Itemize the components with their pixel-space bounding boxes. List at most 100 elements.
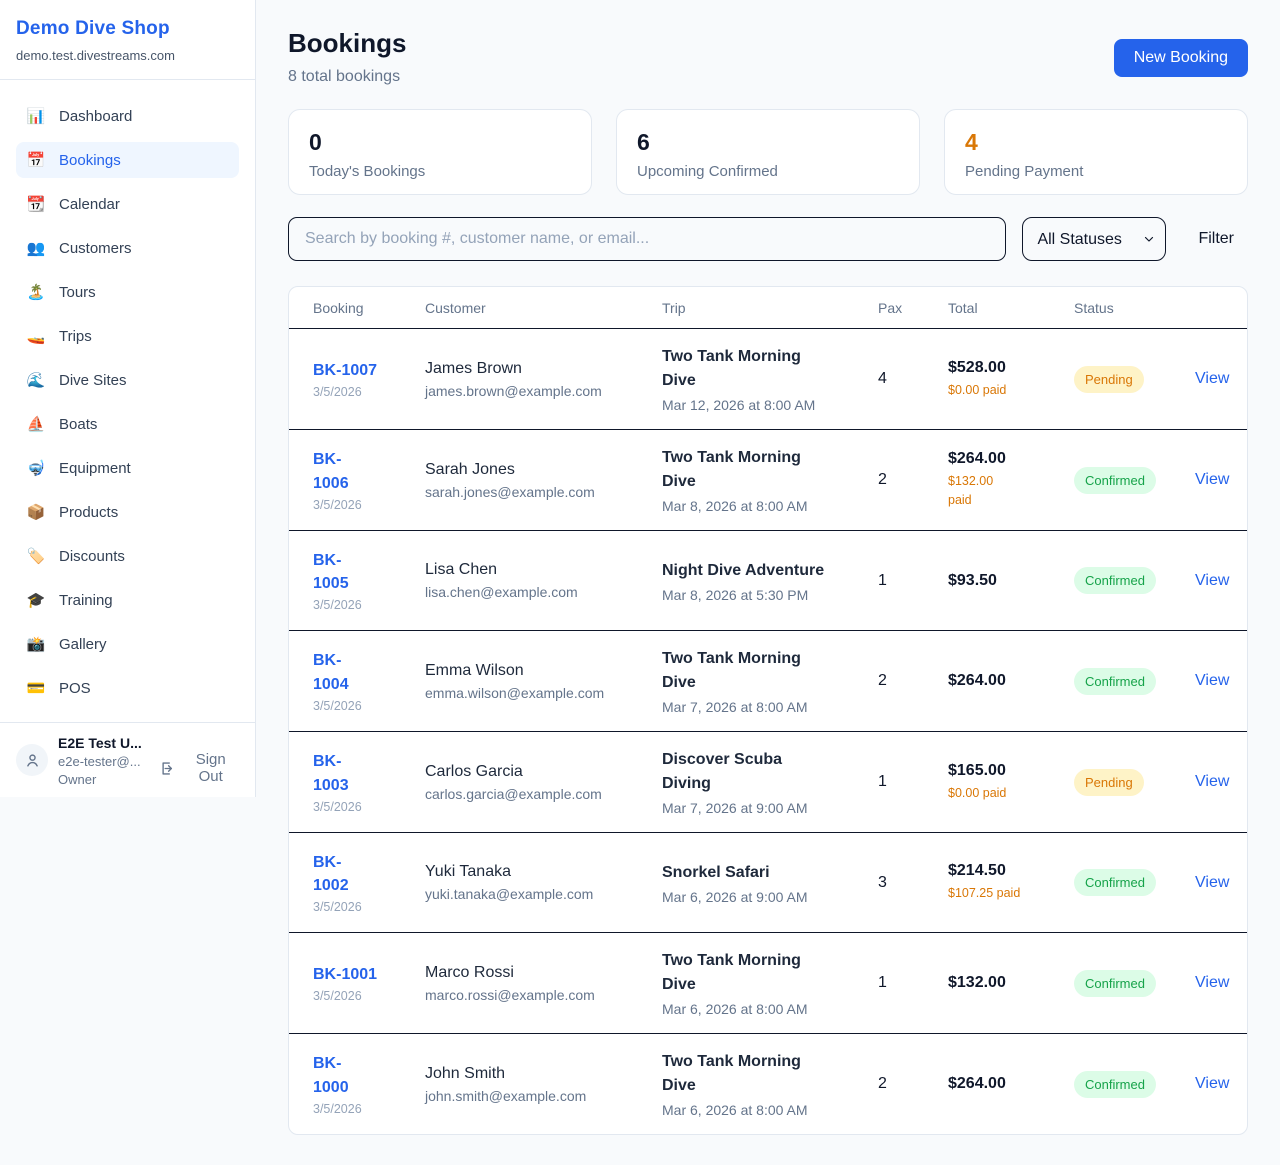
avatar [16,744,48,776]
view-link[interactable]: View [1195,471,1229,489]
status-cell: Confirmed [1074,567,1195,594]
sidebar-item-tours[interactable]: 🏝️Tours [16,274,239,310]
page-header-text: Bookings 8 total bookings [288,28,406,86]
sidebar-item-dashboard[interactable]: 📊Dashboard [16,98,239,134]
sidebar-item-products[interactable]: 📦 Products [16,494,239,530]
col-header-total: Total [948,300,1074,316]
booking-date: 3/5/2026 [313,498,425,512]
customer-name: Sarah Jones [425,461,662,479]
person-icon [24,752,41,769]
customer-email: marco.rossi@example.com [425,987,662,1003]
sidebar-item-gallery[interactable]: 📸Gallery [16,626,239,662]
wave-icon: 🌊 [26,371,46,389]
view-link[interactable]: View [1195,370,1229,388]
sidebar-user-footer: E2E Test U... e2e-tester@... Owner Sign … [0,722,255,799]
sidebar-header: Demo Dive Shop demo.test.divestreams.com [0,0,255,80]
view-link[interactable]: View [1195,1075,1229,1093]
sidebar-item-label: Discounts [59,548,125,565]
total-amount: $264.00 [948,450,1074,468]
sidebar-item-label: Equipment [59,460,131,477]
booking-id-link[interactable]: BK-1006 [313,448,359,494]
status-badge: Confirmed [1074,869,1156,896]
logout-icon [159,760,175,777]
booking-cell: BK-10043/5/2026 [313,649,425,712]
sidebar-item-trips[interactable]: 🚤Trips [16,318,239,354]
sidebar-nav: 📊Dashboard 📅 Bookings 📆Calendar 👥Customers 🏝️… [0,80,255,722]
trip-datetime: Mar 6, 2026 at 9:00 AM [662,889,878,905]
island-icon: 🏝️ [26,283,46,301]
total-bookings-count: 8 total bookings [288,68,406,86]
trip-cell: Two Tank Morning DiveMar 8, 2026 at 8:00… [662,446,878,514]
trip-cell: Discover Scuba DivingMar 7, 2026 at 9:00… [662,748,878,816]
booking-id-link[interactable]: BK-1000 [313,1052,359,1098]
trip-datetime: Mar 6, 2026 at 8:00 AM [662,1102,878,1118]
pax-count: 1 [878,974,948,992]
view-cell: View [1195,471,1229,489]
sign-out-button[interactable]: Sign Out [159,751,239,785]
table-row: BK-10043/5/2026Emma Wilsonemma.wilson@ex… [289,630,1247,731]
booking-date: 3/5/2026 [313,1102,425,1116]
trip-name: Snorkel Safari [662,861,834,885]
customer-name: Carlos Garcia [425,763,662,781]
filter-row: All Statuses Filter [288,217,1248,261]
label-tag-icon: 🏷️ [26,547,46,565]
sidebar-item-label: Products [59,504,118,521]
search-input[interactable] [288,217,1006,261]
status-badge: Pending [1074,769,1144,796]
new-booking-button[interactable]: New Booking [1114,39,1248,77]
filter-button[interactable]: Filter [1184,230,1248,248]
calendar-date-icon: 📅 [26,151,46,169]
trip-cell: Two Tank Morning DiveMar 12, 2026 at 8:0… [662,345,878,413]
sidebar-item-equipment[interactable]: 🤿 Equipment [16,450,239,486]
sidebar-item-label: Boats [59,416,97,433]
booking-id-link[interactable]: BK-1002 [313,851,359,897]
view-link[interactable]: View [1195,974,1229,992]
sidebar-item-dive-sites[interactable]: 🌊Dive Sites [16,362,239,398]
sidebar-item-boats[interactable]: ⛵Boats [16,406,239,442]
sidebar-item-calendar[interactable]: 📆Calendar [16,186,239,222]
customer-name: John Smith [425,1065,662,1083]
sidebar-item-pos[interactable]: 💳POS [16,670,239,706]
total-cell: $264.00 [948,672,1074,690]
view-link[interactable]: View [1195,874,1229,892]
booking-id-link[interactable]: BK-1003 [313,750,359,796]
customer-email: james.brown@example.com [425,383,662,399]
trip-datetime: Mar 6, 2026 at 8:00 AM [662,1001,878,1017]
booking-cell: BK-10033/5/2026 [313,750,425,813]
customer-cell: Emma Wilsonemma.wilson@example.com [425,662,662,701]
view-link[interactable]: View [1195,672,1229,690]
booking-id-link[interactable]: BK-1001 [313,963,425,986]
sidebar-item-bookings[interactable]: 📅 Bookings [16,142,239,178]
view-link[interactable]: View [1195,572,1229,590]
trip-datetime: Mar 8, 2026 at 5:30 PM [662,587,878,603]
paid-amount: $107.25 paid [948,884,1074,903]
total-cell: $264.00$132.00 paid [948,450,1074,510]
sidebar-item-label: Training [59,592,113,609]
table-header-row: BookingCustomerTripPaxTotalStatus [289,287,1247,329]
sidebar-item-customers[interactable]: 👥Customers [16,230,239,266]
booking-id-link[interactable]: BK-1004 [313,649,359,695]
sidebar-item-label: Bookings [59,152,121,169]
view-cell: View [1195,572,1229,590]
view-cell: View [1195,773,1229,791]
booking-id-link[interactable]: BK-1007 [313,359,425,382]
total-amount: $528.00 [948,359,1074,377]
package-icon: 📦 [26,503,46,521]
stat-label: Pending Payment [965,163,1227,180]
trip-datetime: Mar 7, 2026 at 9:00 AM [662,800,878,816]
diving-mask-icon: 🤿 [26,459,46,477]
user-name: E2E Test U... [58,735,159,751]
status-badge: Confirmed [1074,1071,1156,1098]
booking-id-link[interactable]: BK-1005 [313,549,359,595]
status-select[interactable]: All Statuses [1022,217,1166,261]
col-header-booking: Booking [313,300,425,316]
trip-name: Night Dive Adventure [662,559,834,583]
sidebar-item-training[interactable]: 🎓Training [16,582,239,618]
status-cell: Pending [1074,366,1195,393]
table-body: BK-10073/5/2026James Brownjames.brown@ex… [289,329,1247,1134]
customer-email: john.smith@example.com [425,1088,662,1104]
sidebar-item-discounts[interactable]: 🏷️ Discounts [16,538,239,574]
sidebar-item-label: POS [59,680,91,697]
status-badge: Confirmed [1074,970,1156,997]
view-link[interactable]: View [1195,773,1229,791]
